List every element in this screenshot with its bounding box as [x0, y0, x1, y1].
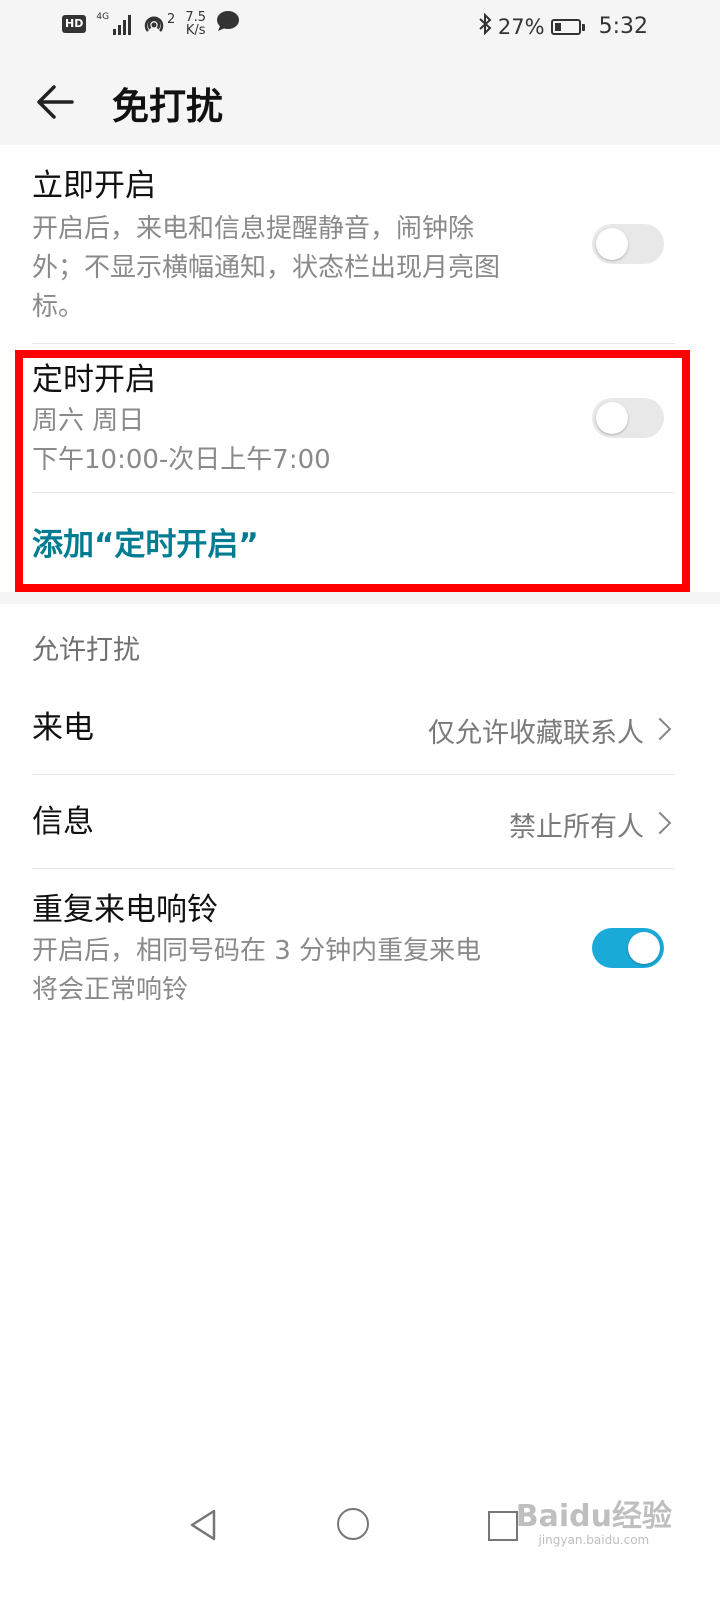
- calls-value: 仅允许收藏联系人: [428, 718, 644, 749]
- immediate-setting[interactable]: 立即开启 开启后，来电和信息提醒静音，闹钟除 外；不显示横幅通知，状态栏出现月亮…: [32, 166, 675, 327]
- immediate-toggle[interactable]: [592, 224, 664, 264]
- highlight-annotation-box: [15, 350, 690, 592]
- cellular-signal-icon: 4G: [96, 11, 132, 35]
- immediate-desc-line2: 外；不显示横幅通知，状态栏出现月亮图: [32, 253, 501, 283]
- clock: 5:32: [598, 14, 648, 39]
- immediate-desc-line3: 标。: [32, 292, 85, 322]
- network-type-label: 4G: [96, 11, 110, 22]
- battery-icon: [550, 18, 585, 35]
- speed-value: 7.5: [185, 9, 207, 25]
- triangle-back-icon: [190, 1509, 216, 1541]
- watermark-logo: Baidu经验 jingyan.baidu.com: [516, 1502, 672, 1548]
- hd-badge: HD: [62, 14, 87, 33]
- back-arrow-icon: [37, 85, 74, 119]
- bluetooth-icon: [478, 12, 492, 41]
- nav-recents-button[interactable]: [488, 1511, 518, 1541]
- page-title: 免打扰: [112, 85, 223, 128]
- navigation-bar: Baidu经验 jingyan.baidu.com: [0, 1480, 720, 1590]
- nav-back-button[interactable]: [188, 1508, 218, 1542]
- status-bar: HD 4G 2 7.5 K/s 27% 5:32: [0, 0, 720, 52]
- hotspot-icon: 2: [141, 12, 175, 36]
- immediate-title: 立即开启: [32, 168, 156, 204]
- divider: [32, 774, 675, 775]
- hotspot-count: 2: [167, 11, 176, 27]
- battery-percent: 27%: [497, 14, 545, 39]
- repeat-calls-desc-line1: 开启后，相同号码在 3 分钟内重复来电: [32, 936, 482, 966]
- allow-section-header: 允许打扰: [32, 635, 140, 666]
- divider: [32, 343, 675, 344]
- messages-value: 禁止所有人: [509, 812, 644, 843]
- message-icon: [216, 10, 240, 37]
- repeat-calls-setting[interactable]: 重复来电响铃 开启后，相同号码在 3 分钟内重复来电 将会正常响铃: [32, 890, 675, 1010]
- nav-home-button[interactable]: [337, 1508, 369, 1540]
- speed-unit: K/s: [185, 22, 206, 38]
- section-gap: [0, 592, 720, 604]
- divider: [32, 868, 675, 869]
- repeat-calls-toggle[interactable]: [592, 928, 664, 968]
- title-bar: 免打扰: [0, 60, 720, 142]
- back-button[interactable]: [32, 78, 80, 126]
- repeat-calls-desc-line2: 将会正常响铃: [32, 975, 189, 1005]
- watermark-sub: jingyan.baidu.com: [538, 1533, 650, 1547]
- network-speed: 7.5 K/s: [185, 11, 206, 37]
- repeat-calls-title: 重复来电响铃: [32, 892, 218, 928]
- immediate-desc-line1: 开启后，来电和信息提醒静音，闹钟除: [32, 214, 475, 244]
- watermark-main: Baidu经验: [515, 1499, 672, 1534]
